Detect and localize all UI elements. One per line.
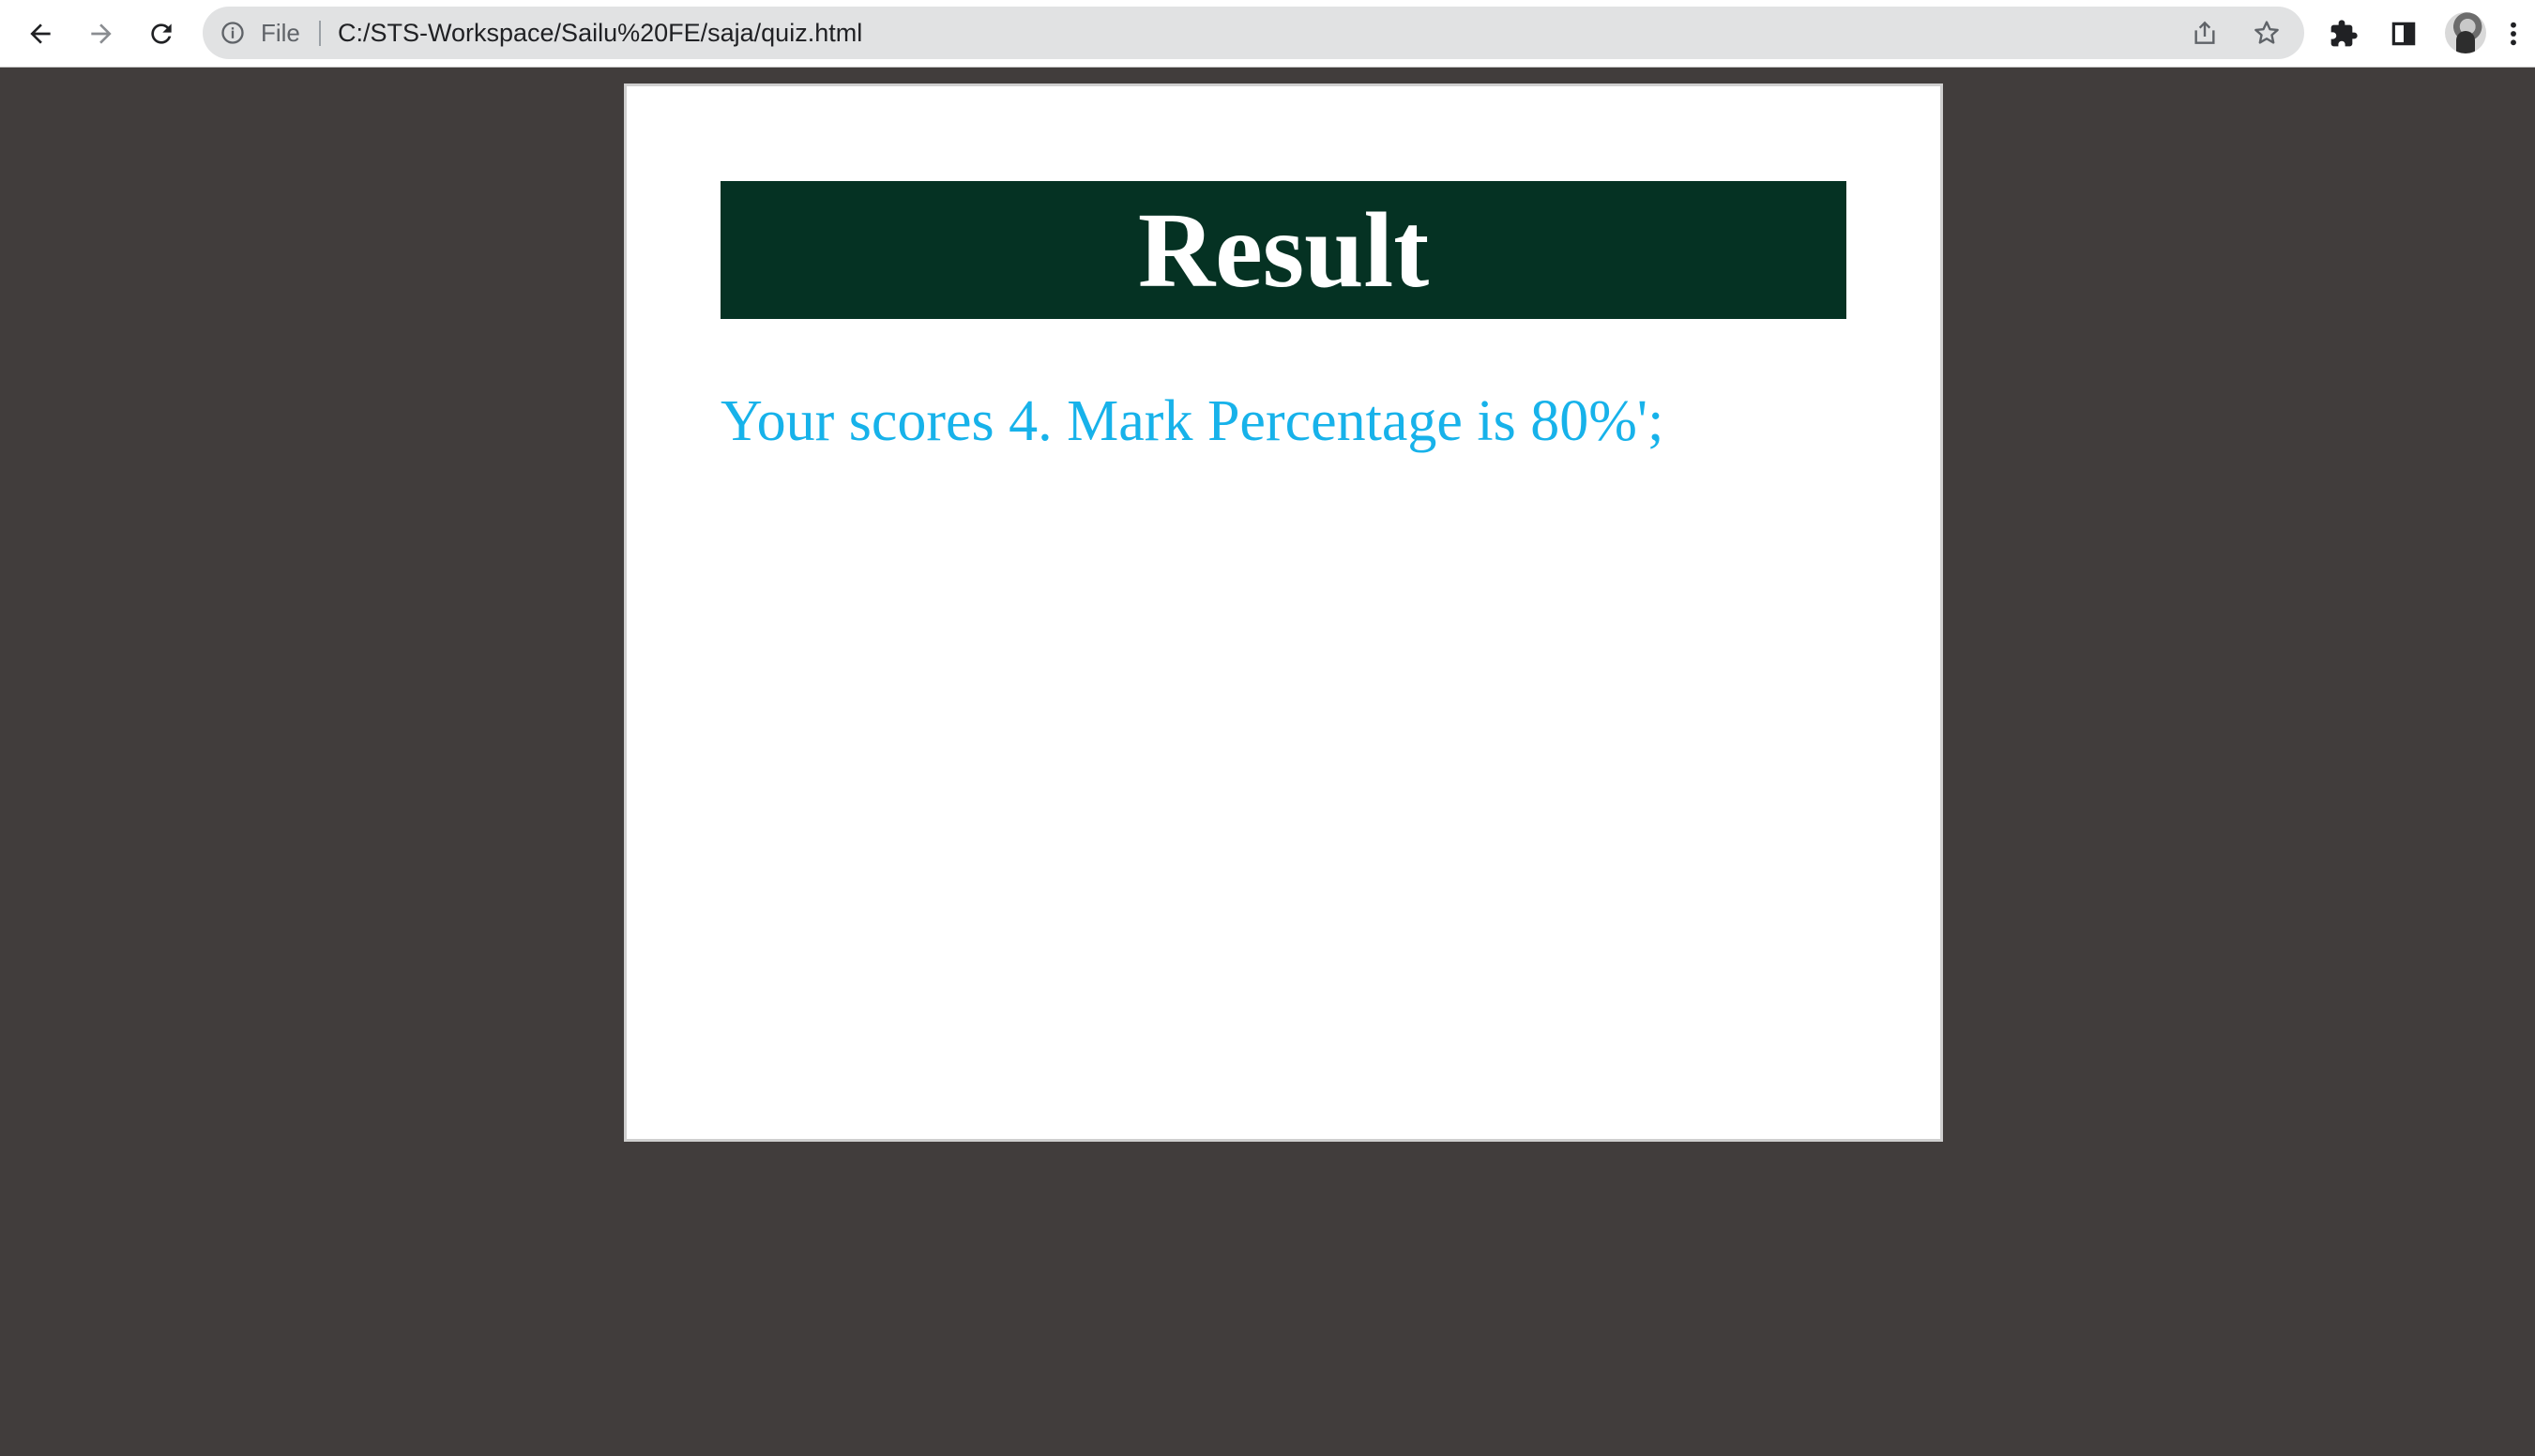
reload-button[interactable]: [137, 9, 186, 58]
share-icon[interactable]: [2190, 18, 2220, 48]
address-bar[interactable]: File C:/STS-Workspace/Sailu%20FE/saja/qu…: [203, 7, 2304, 59]
score-message: Your scores 4. Mark Percentage is 80%';: [721, 389, 1664, 453]
puzzle-icon: [2329, 19, 2359, 49]
reload-icon: [146, 19, 176, 49]
side-panel-button[interactable]: [2379, 9, 2428, 58]
kebab-menu-icon: [2509, 19, 2518, 49]
arrow-left-icon: [25, 19, 55, 49]
avatar[interactable]: [2445, 12, 2486, 53]
extensions-button[interactable]: [2319, 9, 2368, 58]
star-icon[interactable]: [2252, 18, 2282, 48]
arrow-right-icon: [86, 19, 116, 49]
result-card: Result Your scores 4. Mark Percentage is…: [624, 83, 1943, 1142]
page-title: Result: [1137, 190, 1430, 310]
result-banner: Result: [721, 181, 1846, 319]
side-panel-icon: [2389, 19, 2419, 49]
menu-button[interactable]: [2499, 9, 2527, 58]
forward-button[interactable]: [77, 9, 126, 58]
url-text[interactable]: C:/STS-Workspace/Sailu%20FE/saja/quiz.ht…: [338, 7, 862, 59]
info-icon[interactable]: [220, 20, 246, 46]
back-button[interactable]: [16, 9, 65, 58]
url-scheme-label: File: [261, 19, 300, 47]
browser-toolbar: File C:/STS-Workspace/Sailu%20FE/saja/qu…: [0, 0, 2535, 68]
url-separator: [319, 21, 321, 46]
